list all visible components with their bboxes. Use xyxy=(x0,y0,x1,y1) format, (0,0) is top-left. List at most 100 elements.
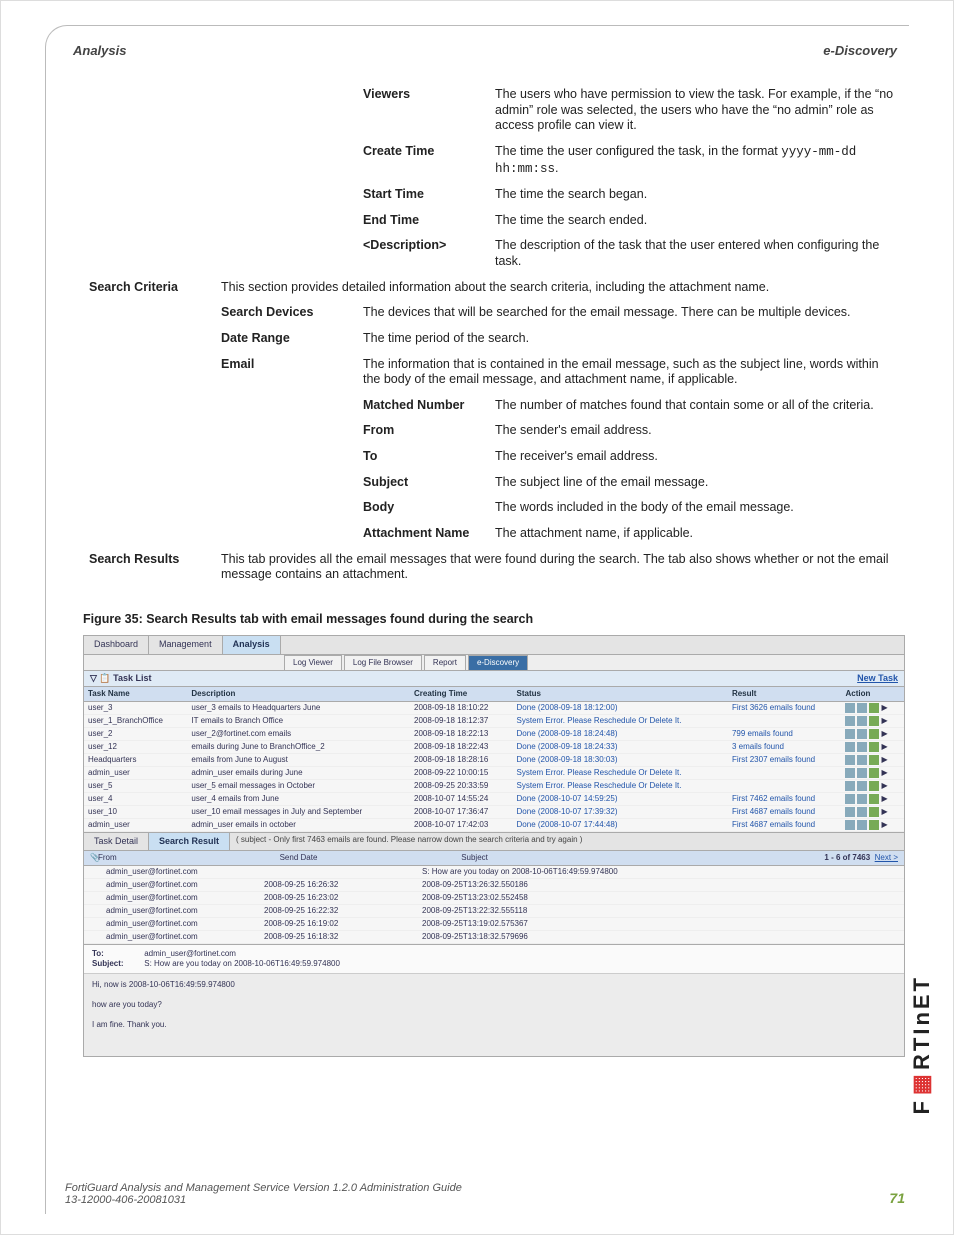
header-left: Analysis xyxy=(73,43,126,58)
action-view-icon[interactable] xyxy=(845,807,855,817)
cell-status: Done (2008-09-18 18:12:00) xyxy=(513,701,728,714)
action-more-icon[interactable]: ▶ xyxy=(881,781,887,791)
action-view-icon[interactable] xyxy=(845,703,855,713)
table-row[interactable]: user_4user_4 emails from June2008-10-07 … xyxy=(84,792,904,805)
action-delete-icon[interactable] xyxy=(857,807,867,817)
action-delete-icon[interactable] xyxy=(857,768,867,778)
action-run-icon[interactable] xyxy=(869,794,879,804)
list-item[interactable]: admin_user@fortinet.com2008-09-25 16:26:… xyxy=(84,879,904,892)
term-description: <Description> xyxy=(357,233,489,274)
col-result: Result xyxy=(728,687,842,702)
action-run-icon[interactable] xyxy=(869,742,879,752)
action-view-icon[interactable] xyxy=(845,755,855,765)
preview-body-line-3: I am fine. Thank you. xyxy=(92,1020,896,1030)
action-more-icon[interactable]: ▶ xyxy=(881,755,887,765)
action-run-icon[interactable] xyxy=(869,807,879,817)
cell-action: ▶ xyxy=(841,792,904,805)
action-run-icon[interactable] xyxy=(869,820,879,830)
action-view-icon[interactable] xyxy=(845,820,855,830)
screenshot-figure: Dashboard Management Analysis Log Viewer… xyxy=(83,635,905,1057)
action-more-icon[interactable]: ▶ xyxy=(881,742,887,752)
action-view-icon[interactable] xyxy=(845,716,855,726)
desc-end-time: The time the search ended. xyxy=(489,208,905,234)
cell-task-name: user_2 xyxy=(84,727,187,740)
cell-creating-time: 2008-09-18 18:28:16 xyxy=(410,753,513,766)
action-view-icon[interactable] xyxy=(845,742,855,752)
footer-guide: FortiGuard Analysis and Management Servi… xyxy=(65,1182,462,1194)
cell-from: admin_user@fortinet.com xyxy=(102,931,260,944)
term-search-criteria: Search Criteria xyxy=(83,275,215,301)
cell-from: admin_user@fortinet.com xyxy=(102,879,260,892)
action-delete-icon[interactable] xyxy=(857,820,867,830)
table-row[interactable]: Headquartersemails from June to August20… xyxy=(84,753,904,766)
action-view-icon[interactable] xyxy=(845,768,855,778)
action-delete-icon[interactable] xyxy=(857,703,867,713)
action-run-icon[interactable] xyxy=(869,716,879,726)
term-search-devices: Search Devices xyxy=(215,300,357,326)
action-run-icon[interactable] xyxy=(869,755,879,765)
list-item[interactable]: admin_user@fortinet.com2008-09-25 16:23:… xyxy=(84,892,904,905)
tab-management[interactable]: Management xyxy=(149,636,223,653)
table-row[interactable]: user_1_BranchOfficeIT emails to Branch O… xyxy=(84,714,904,727)
action-run-icon[interactable] xyxy=(869,781,879,791)
cell-status: Done (2008-10-07 14:59:25) xyxy=(513,792,728,805)
action-delete-icon[interactable] xyxy=(857,794,867,804)
cell-action: ▶ xyxy=(841,766,904,779)
subtab-log-file-browser[interactable]: Log File Browser xyxy=(344,655,422,670)
col-subject: Subject xyxy=(461,853,824,863)
action-delete-icon[interactable] xyxy=(857,716,867,726)
action-delete-icon[interactable] xyxy=(857,729,867,739)
results-table: admin_user@fortinet.com S: How are you to… xyxy=(84,866,904,944)
table-row[interactable]: admin_useradmin_user emails in october20… xyxy=(84,818,904,831)
cell-result: First 2307 emails found xyxy=(728,753,842,766)
cell-task-name: admin_user xyxy=(84,766,187,779)
table-row[interactable]: user_12emails during June to BranchOffic… xyxy=(84,740,904,753)
table-row[interactable]: admin_useradmin_user emails during June2… xyxy=(84,766,904,779)
desc-subject: The subject line of the email message. xyxy=(489,470,905,496)
tab-dashboard[interactable]: Dashboard xyxy=(84,636,149,653)
subtab-report[interactable]: Report xyxy=(424,655,466,670)
action-more-icon[interactable]: ▶ xyxy=(881,716,887,726)
preview-subject-value: S: How are you today on 2008-10-06T16:49… xyxy=(144,959,340,968)
action-more-icon[interactable]: ▶ xyxy=(881,768,887,778)
action-run-icon[interactable] xyxy=(869,768,879,778)
table-row[interactable]: user_2user_2@fortinet.com emails2008-09-… xyxy=(84,727,904,740)
subtab-e-discovery[interactable]: e-Discovery xyxy=(468,655,528,670)
action-run-icon[interactable] xyxy=(869,729,879,739)
tab-search-result[interactable]: Search Result xyxy=(149,833,230,850)
table-row[interactable]: user_5user_5 email messages in October20… xyxy=(84,779,904,792)
action-view-icon[interactable] xyxy=(845,729,855,739)
task-table: Task Name Description Creating Time Stat… xyxy=(84,687,904,832)
cell-action: ▶ xyxy=(841,753,904,766)
action-view-icon[interactable] xyxy=(845,781,855,791)
table-row[interactable]: user_10user_10 email messages in July an… xyxy=(84,805,904,818)
term-to: To xyxy=(357,444,489,470)
subtab-log-viewer[interactable]: Log Viewer xyxy=(284,655,342,670)
action-delete-icon[interactable] xyxy=(857,781,867,791)
search-result-note: ( subject - Only first 7463 emails are f… xyxy=(230,833,588,850)
list-item[interactable]: admin_user@fortinet.com2008-09-25 16:18:… xyxy=(84,931,904,944)
list-item[interactable]: admin_user@fortinet.comS: How are you to… xyxy=(84,866,904,879)
cell-status: System Error. Please Reschedule Or Delet… xyxy=(513,779,728,792)
action-more-icon[interactable]: ▶ xyxy=(881,703,887,713)
table-row[interactable]: user_3user_3 emails to Headquarters June… xyxy=(84,701,904,714)
cell-from: admin_user@fortinet.com xyxy=(102,892,260,905)
list-item[interactable]: admin_user@fortinet.com2008-09-25 16:19:… xyxy=(84,918,904,931)
tab-analysis[interactable]: Analysis xyxy=(223,636,281,653)
cell-subject: S: How are you today on 2008-10-06T16:49… xyxy=(418,866,904,879)
cell-creating-time: 2008-09-18 18:10:22 xyxy=(410,701,513,714)
action-more-icon[interactable]: ▶ xyxy=(881,729,887,739)
cell-attach xyxy=(84,892,102,905)
new-task-link[interactable]: New Task xyxy=(857,673,898,684)
action-delete-icon[interactable] xyxy=(857,755,867,765)
action-more-icon[interactable]: ▶ xyxy=(881,820,887,830)
action-delete-icon[interactable] xyxy=(857,742,867,752)
action-view-icon[interactable] xyxy=(845,794,855,804)
results-next-link[interactable]: Next > xyxy=(875,853,898,862)
tab-task-detail[interactable]: Task Detail xyxy=(84,833,149,850)
action-more-icon[interactable]: ▶ xyxy=(881,807,887,817)
action-more-icon[interactable]: ▶ xyxy=(881,794,887,804)
cell-description: admin_user emails in october xyxy=(187,818,410,831)
action-run-icon[interactable] xyxy=(869,703,879,713)
list-item[interactable]: admin_user@fortinet.com2008-09-25 16:22:… xyxy=(84,905,904,918)
